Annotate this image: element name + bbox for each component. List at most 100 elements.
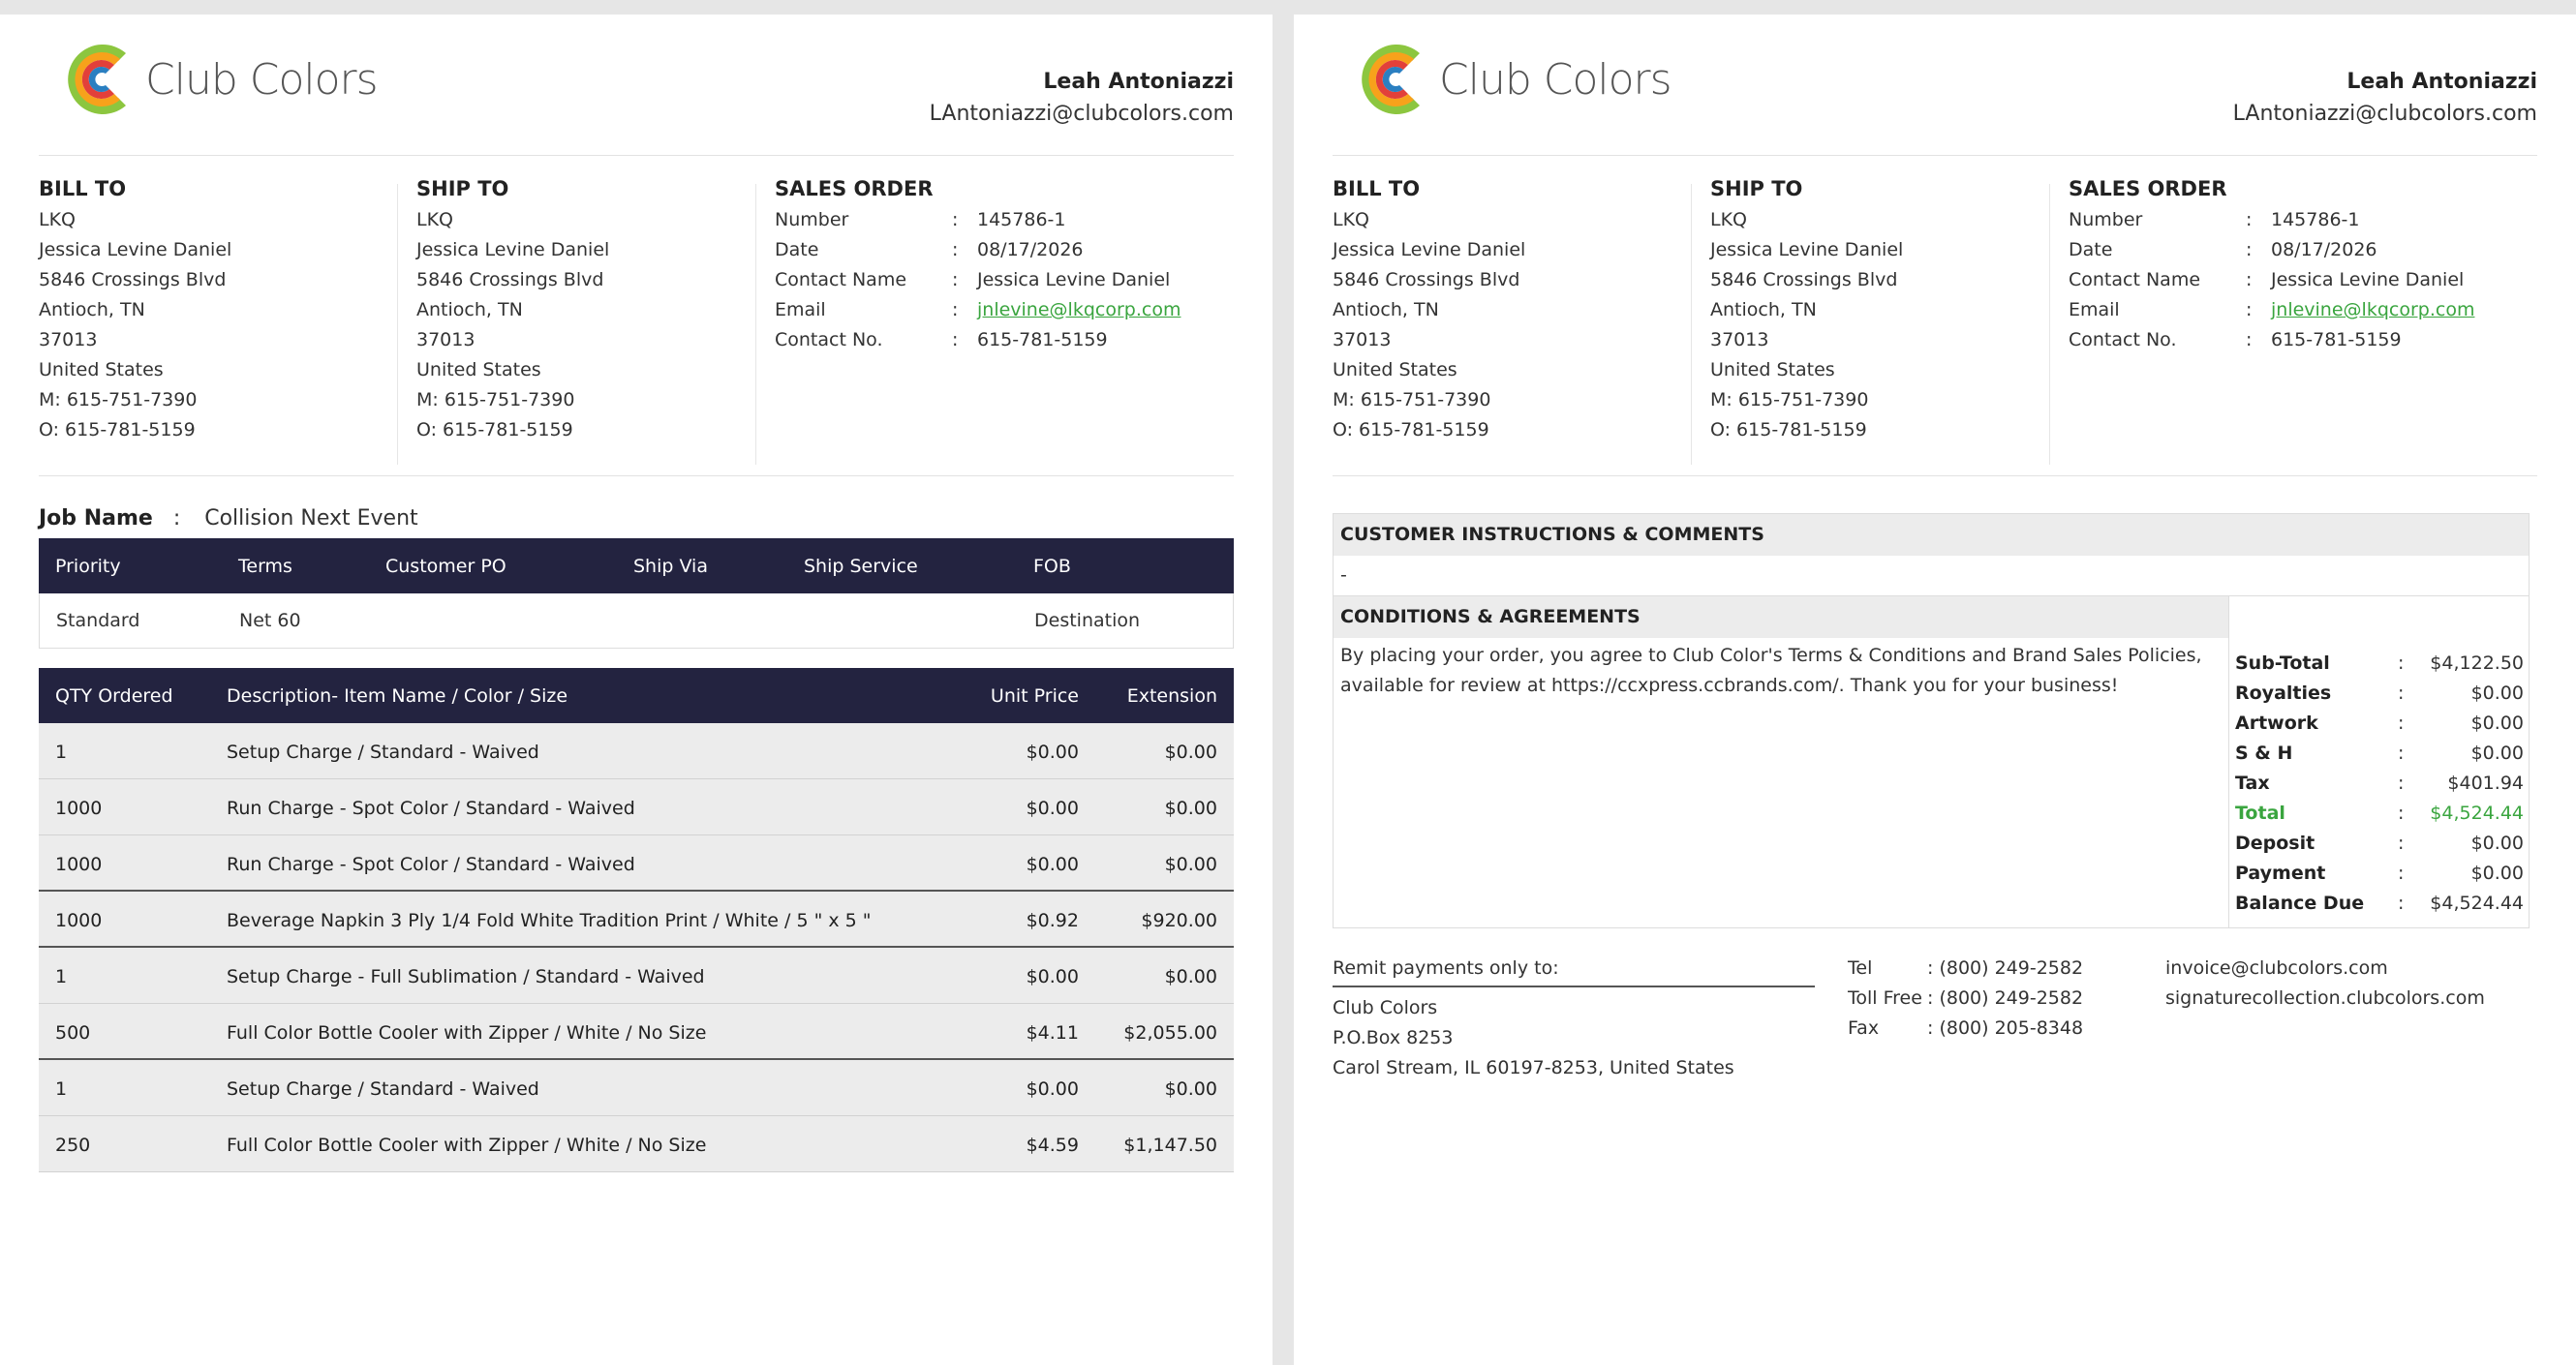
ship-to-line: 5846 Crossings Blvd <box>1710 269 1898 290</box>
table-row: 1 Setup Charge / Standard - Waived $0.00… <box>39 723 1234 779</box>
table-row: 1000 Run Charge - Spot Color / Standard … <box>39 779 1234 835</box>
page-two: Club Colors Leah Antoniazzi LAntoniazzi@… <box>1294 15 2576 1365</box>
customer-instructions-value: - <box>1340 564 1347 586</box>
ship-to-line: 5846 Crossings Blvd <box>416 269 604 290</box>
divider <box>39 155 1234 156</box>
club-colors-swirl-icon <box>1362 45 1420 114</box>
bill-to-line: M: 615-751-7390 <box>39 389 198 410</box>
bill-to-line: United States <box>39 359 164 380</box>
remit-line: Carol Stream, IL 60197-8253, United Stat… <box>1333 1057 1734 1078</box>
bill-to-line: 5846 Crossings Blvd <box>1333 269 1520 290</box>
rep-name: Leah Antoniazzi <box>2346 70 2537 94</box>
table-row: 1000 Beverage Napkin 3 Ply 1/4 Fold Whit… <box>39 892 1234 948</box>
bill-to-line: O: 615-781-5159 <box>1333 419 1489 440</box>
job-name-label: Job Name <box>39 506 153 531</box>
job-name-value: Collision Next Event <box>204 506 418 531</box>
conditions-text: By placing your order, you agree to Club… <box>1340 645 2202 696</box>
so-row-number: Number:145786-1 <box>775 209 1066 230</box>
totals-summary: Sub-Total: $4,122.50 Royalties: $0.00 Artw… <box>2235 649 2524 919</box>
remit-payments: Remit payments only to: Club Colors P.O.… <box>1333 954 1815 1083</box>
club-colors-logo: Club Colors <box>58 36 379 123</box>
bill-to: BILL TO LKQ Jessica Levine Daniel 5846 C… <box>1333 174 1525 445</box>
divider <box>1333 155 2537 156</box>
so-row-contact-name: Contact Name: Jessica Levine Daniel <box>775 269 1171 290</box>
sales-rep: Leah Antoniazzi LAntoniazzi@clubcolors.c… <box>930 70 1234 126</box>
ship-to-line: United States <box>1710 359 1835 380</box>
total-row-tax: Tax: $401.94 <box>2235 773 2524 794</box>
logo-wordmark: Club Colors <box>1439 54 1672 105</box>
sales-order-title: SALES ORDER <box>2069 177 2227 200</box>
contact-email-link[interactable]: jnlevine@lkqcorp.com <box>2271 295 2474 325</box>
order-info-table: Priority Terms Customer PO Ship Via Ship… <box>39 538 1234 649</box>
contact-row-tel: Tel: (800) 249-2582 <box>1848 957 2084 979</box>
ship-to-line: M: 615-751-7390 <box>416 389 575 410</box>
page-one: Club Colors Leah Antoniazzi LAntoniazzi@… <box>0 15 1273 1365</box>
items-table: QTY Ordered Description- Item Name / Col… <box>39 668 1234 1172</box>
bill-to-line: 37013 <box>39 329 98 350</box>
ship-to-line: LKQ <box>416 209 453 230</box>
bill-to-line: O: 615-781-5159 <box>39 419 196 440</box>
order-info-header: Priority Terms Customer PO Ship Via Ship… <box>39 538 1234 593</box>
column-divider <box>2049 184 2050 465</box>
customer-instructions-title: CUSTOMER INSTRUCTIONS & COMMENTS <box>1334 514 2529 556</box>
rep-email: LAntoniazzi@clubcolors.com <box>929 102 1234 126</box>
conditions-box: CONDITIONS & AGREEMENTS By placing your … <box>1333 595 2530 928</box>
club-colors-logo: Club Colors <box>1352 36 1672 123</box>
order-info-values: Standard Net 60 Destination <box>39 593 1234 649</box>
remit-line: P.O.Box 8253 <box>1333 1027 1454 1048</box>
remit-line: Club Colors <box>1333 997 1438 1018</box>
so-row-contact-no: Contact No.:615-781-5159 <box>2069 329 2402 350</box>
so-row-contact-name: Contact Name: Jessica Levine Daniel <box>2069 269 2465 290</box>
ship-to-line: 37013 <box>416 329 475 350</box>
bill-to-line: United States <box>1333 359 1457 380</box>
ship-to-title: SHIP TO <box>1710 177 1803 200</box>
divider <box>39 475 1234 476</box>
ship-to-line: M: 615-751-7390 <box>1710 389 1869 410</box>
total-row-payment: Payment: $0.00 <box>2235 863 2524 884</box>
total-row-shipping: S & H: $0.00 <box>2235 743 2524 764</box>
so-row-email: Email: jnlevine@lkqcorp.com <box>2069 295 2474 325</box>
bill-to-line: LKQ <box>39 209 76 230</box>
table-row: 250 Full Color Bottle Cooler with Zipper… <box>39 1116 1234 1172</box>
so-row-date: Date:08/17/2026 <box>775 239 1084 260</box>
column-divider <box>397 184 398 465</box>
ship-to-line: Antioch, TN <box>416 299 523 320</box>
rep-email: LAntoniazzi@clubcolors.com <box>2232 102 2537 126</box>
website: signaturecollection.clubcolors.com <box>2165 987 2485 1009</box>
ship-to-line: Jessica Levine Daniel <box>1710 239 1904 260</box>
contact-email-link[interactable]: jnlevine@lkqcorp.com <box>977 295 1181 325</box>
divider <box>1333 475 2537 476</box>
ship-to-line: Jessica Levine Daniel <box>416 239 610 260</box>
so-row-contact-no: Contact No.:615-781-5159 <box>775 329 1108 350</box>
bill-to-line: 5846 Crossings Blvd <box>39 269 227 290</box>
ship-to: SHIP TO LKQ Jessica Levine Daniel 5846 C… <box>416 174 609 445</box>
table-row: 1 Setup Charge / Standard - Waived $0.00… <box>39 1060 1234 1116</box>
so-row-number: Number:145786-1 <box>2069 209 2360 230</box>
total-row-balance-due: Balance Due: $4,524.44 <box>2235 893 2524 914</box>
total-row-total: Total: $4,524.44 <box>2235 803 2524 824</box>
items-header: QTY Ordered Description- Item Name / Col… <box>39 668 1234 723</box>
bill-to-title: BILL TO <box>1333 177 1421 200</box>
ship-to-line: 37013 <box>1710 329 1769 350</box>
invoice-email: invoice@clubcolors.com <box>2165 957 2388 979</box>
bill-to: BILL TO LKQ Jessica Levine Daniel 5846 C… <box>39 174 231 445</box>
web-contacts: invoice@clubcolors.com signaturecollecti… <box>2165 954 2485 1014</box>
total-row-royalties: Royalties: $0.00 <box>2235 682 2524 704</box>
remit-title: Remit payments only to: <box>1333 954 1815 987</box>
column-divider <box>755 184 756 465</box>
so-row-email: Email: jnlevine@lkqcorp.com <box>775 295 1181 325</box>
sales-order: SALES ORDER Number:145786-1 Date:08/17/2… <box>775 174 1181 355</box>
table-row: 500 Full Color Bottle Cooler with Zipper… <box>39 1004 1234 1060</box>
sales-rep: Leah Antoniazzi LAntoniazzi@clubcolors.c… <box>2233 70 2537 126</box>
bill-to-line: Jessica Levine Daniel <box>39 239 232 260</box>
ship-to-line: Antioch, TN <box>1710 299 1817 320</box>
bill-to-line: M: 615-751-7390 <box>1333 389 1491 410</box>
bill-to-line: Antioch, TN <box>1333 299 1439 320</box>
table-row: 1 Setup Charge - Full Sublimation / Stan… <box>39 948 1234 1004</box>
ship-to-line: United States <box>416 359 541 380</box>
customer-instructions: CUSTOMER INSTRUCTIONS & COMMENTS - <box>1333 513 2530 596</box>
bill-to-line: Jessica Levine Daniel <box>1333 239 1526 260</box>
conditions-title: CONDITIONS & AGREEMENTS <box>1334 596 2228 638</box>
contact-row-fax: Fax: (800) 205-8348 <box>1848 1017 2084 1039</box>
ship-to-title: SHIP TO <box>416 177 509 200</box>
